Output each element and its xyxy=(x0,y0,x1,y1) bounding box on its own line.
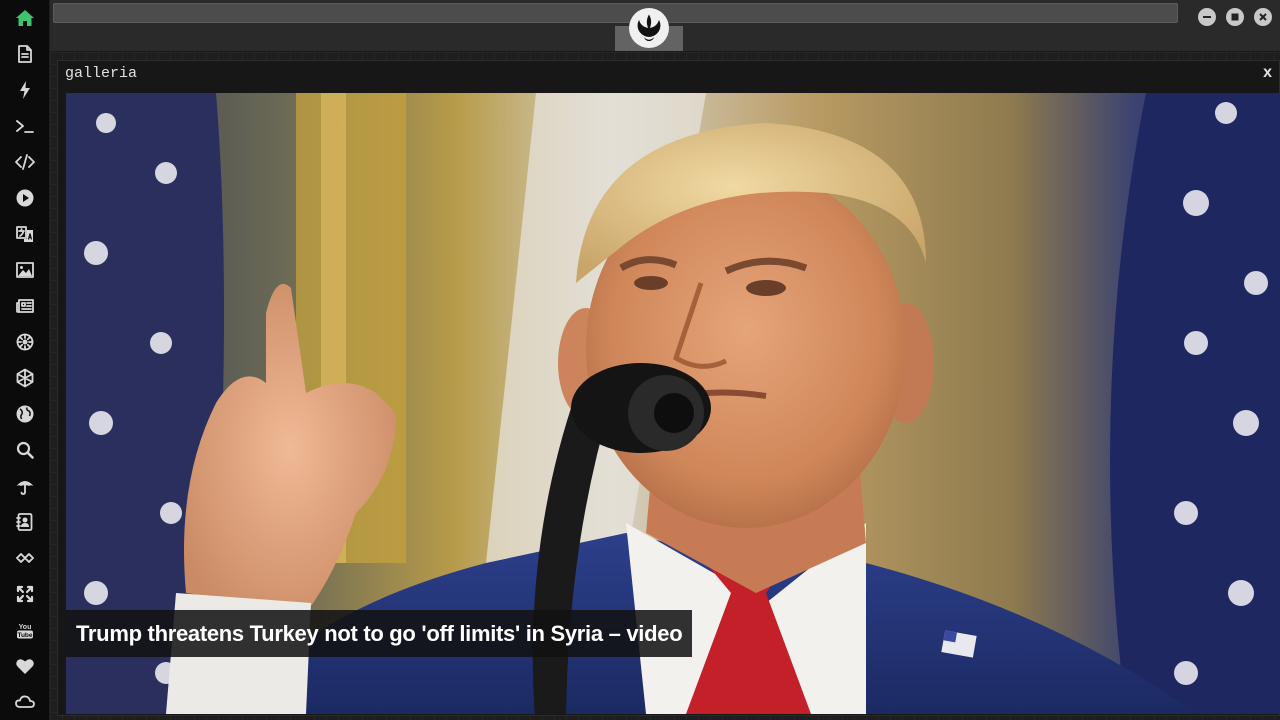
image-icon xyxy=(16,262,34,278)
sidebar-item-contacts[interactable] xyxy=(0,504,50,540)
sidebar-item-translate[interactable] xyxy=(0,216,50,252)
gallery-caption: Trump threatens Turkey not to go 'off li… xyxy=(66,610,693,657)
panel-title: galleria xyxy=(65,65,138,82)
caption-text: Trump threatens Turkey not to go 'off li… xyxy=(76,620,683,646)
sidebar-item-code[interactable] xyxy=(0,144,50,180)
sidebar-item-news[interactable] xyxy=(0,288,50,324)
sidebar-item-cloud[interactable] xyxy=(0,684,50,720)
translate-icon xyxy=(16,226,33,242)
sidebar-item-umbrella[interactable] xyxy=(0,468,50,504)
expand-icon xyxy=(16,585,34,603)
heart-icon xyxy=(16,659,34,674)
youtube-icon: YouTube xyxy=(17,624,33,639)
terminal-icon xyxy=(16,120,34,133)
sidebar-item-document[interactable] xyxy=(0,36,50,72)
sidebar-item-links[interactable] xyxy=(0,540,50,576)
code-icon xyxy=(15,154,35,170)
play-icon xyxy=(16,189,34,207)
link-icon xyxy=(16,553,34,563)
sidebar-item-fullscreen[interactable] xyxy=(0,576,50,612)
sidebar-item-hexagon[interactable] xyxy=(0,360,50,396)
sidebar-item-settings[interactable] xyxy=(0,324,50,360)
sidebar-item-home[interactable] xyxy=(0,0,50,36)
svg-text:You: You xyxy=(19,624,32,631)
top-bar xyxy=(50,0,1280,52)
newspaper-icon xyxy=(16,299,34,313)
address-book-icon xyxy=(16,513,33,531)
cloud-icon xyxy=(15,695,35,708)
globe-icon xyxy=(16,405,34,423)
hexagon-icon xyxy=(16,368,34,388)
svg-text:Tube: Tube xyxy=(17,632,32,639)
address-bar[interactable] xyxy=(53,3,1178,23)
sidebar-item-search[interactable] xyxy=(0,432,50,468)
sidebar-item-play[interactable] xyxy=(0,180,50,216)
document-icon xyxy=(18,45,32,63)
sidebar-item-favorites[interactable] xyxy=(0,648,50,684)
minimize-button[interactable] xyxy=(1198,8,1216,26)
rebel-alliance-icon[interactable] xyxy=(629,8,669,48)
panel-close-button[interactable]: x xyxy=(1263,64,1272,82)
sidebar: You Tube xyxy=(0,0,50,720)
search-icon xyxy=(16,441,34,459)
sidebar-item-youtube[interactable]: You Tube xyxy=(0,612,50,648)
lightning-icon xyxy=(20,81,30,99)
home-icon xyxy=(16,10,34,26)
umbrella-icon xyxy=(16,481,34,495)
sidebar-item-terminal[interactable] xyxy=(0,108,50,144)
minimize-icon xyxy=(1203,16,1211,18)
sidebar-item-image[interactable] xyxy=(0,252,50,288)
close-button[interactable] xyxy=(1254,8,1272,26)
close-icon xyxy=(1259,13,1267,21)
maximize-icon xyxy=(1231,13,1239,21)
maximize-button[interactable] xyxy=(1226,8,1244,26)
sidebar-item-lightning[interactable] xyxy=(0,72,50,108)
sidebar-item-globe[interactable] xyxy=(0,396,50,432)
gear-icon xyxy=(16,333,34,351)
